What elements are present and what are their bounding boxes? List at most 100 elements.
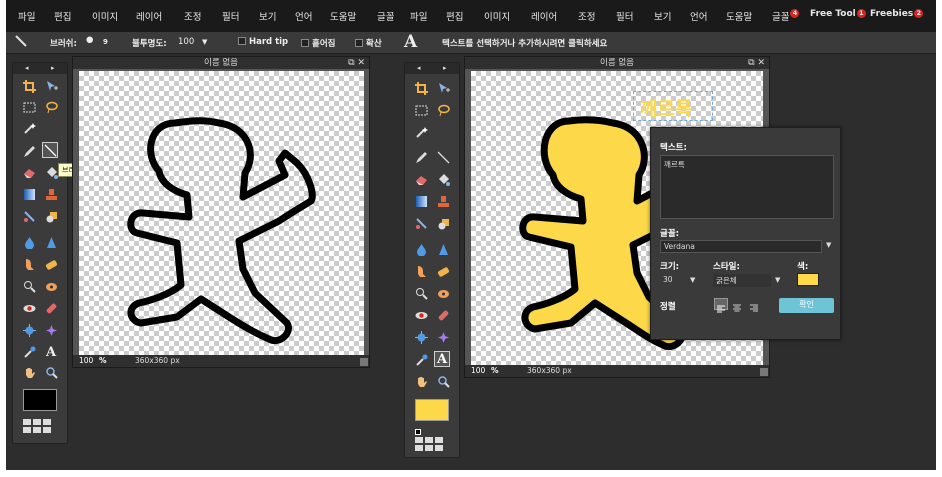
- burn-icon[interactable]: [435, 285, 451, 301]
- marquee-icon[interactable]: [21, 99, 37, 115]
- spot-heal-icon[interactable]: [435, 307, 451, 323]
- hand-icon[interactable]: [413, 373, 429, 389]
- mini-color-swatch[interactable]: [415, 429, 421, 435]
- style-select[interactable]: 굵은체: [713, 274, 771, 287]
- drawing-icon[interactable]: [43, 208, 59, 224]
- color-replace-icon[interactable]: [21, 208, 37, 224]
- menu-language-right[interactable]: 언어: [690, 9, 707, 23]
- gradient-icon[interactable]: [21, 186, 37, 202]
- menu-image-right[interactable]: 이미지: [484, 9, 510, 23]
- red-eye-icon[interactable]: [21, 300, 37, 316]
- clone-stamp-icon[interactable]: [43, 186, 59, 202]
- toolbox-collapse-icon-right[interactable]: ◂: [417, 64, 421, 72]
- pinch-icon[interactable]: [43, 322, 59, 338]
- resize-handle-left[interactable]: [360, 358, 368, 366]
- lasso-icon[interactable]: [43, 99, 59, 115]
- pinch-icon[interactable]: [435, 329, 451, 345]
- toolbox-expand-icon[interactable]: ▸: [51, 64, 55, 72]
- bloat-icon[interactable]: [413, 329, 429, 345]
- burn-icon[interactable]: [43, 278, 59, 294]
- canvas-left[interactable]: [79, 71, 364, 355]
- smudge-checkbox[interactable]: 흩어짐: [301, 37, 335, 49]
- brush-size[interactable]: 9: [103, 38, 108, 46]
- red-eye-icon[interactable]: [413, 307, 429, 323]
- close-icon[interactable]: ✕: [357, 58, 365, 68]
- menu-file-right[interactable]: 파일: [410, 9, 427, 23]
- restore-icon[interactable]: ⧉: [348, 58, 354, 68]
- menu-filter-left[interactable]: 필터: [222, 9, 239, 23]
- menu-freebies[interactable]: Freebies 2: [870, 9, 924, 19]
- menu-file-left[interactable]: 파일: [18, 9, 35, 23]
- sharpen-icon[interactable]: [43, 234, 59, 250]
- diffuse-checkbox[interactable]: 확산: [355, 37, 382, 49]
- smudge-icon[interactable]: [21, 256, 37, 272]
- menu-view-right[interactable]: 보기: [654, 9, 671, 23]
- bloat-icon[interactable]: [21, 322, 37, 338]
- brush-preview-icon[interactable]: ●: [86, 35, 93, 45]
- swatch-grid-icon[interactable]: [415, 437, 443, 451]
- blur-icon[interactable]: [413, 241, 429, 257]
- font-select[interactable]: Verdana: [660, 240, 822, 253]
- sponge-icon[interactable]: [435, 263, 451, 279]
- opacity-value[interactable]: 100: [178, 37, 194, 47]
- type-tool-icon[interactable]: A: [43, 344, 59, 360]
- align-right-icon[interactable]: [748, 298, 762, 312]
- move-icon[interactable]: [435, 80, 451, 96]
- magic-wand-icon[interactable]: [413, 124, 429, 140]
- zoom-value-right[interactable]: 100: [471, 365, 485, 377]
- drawing-icon[interactable]: [435, 215, 451, 231]
- font-dropdown-icon[interactable]: ▼: [826, 241, 831, 249]
- menu-language-left[interactable]: 언어: [295, 9, 312, 23]
- swatch-grid-icon[interactable]: [23, 419, 51, 433]
- menu-edit-left[interactable]: 편집: [54, 9, 71, 23]
- smudge-box[interactable]: [301, 39, 309, 47]
- size-dropdown-icon[interactable]: ▼: [690, 276, 695, 284]
- type-tool-button[interactable]: A: [434, 351, 450, 367]
- marquee-icon[interactable]: [413, 102, 429, 118]
- smudge-icon[interactable]: [413, 263, 429, 279]
- restore-icon[interactable]: ⧉: [748, 58, 754, 68]
- menu-adjust-right[interactable]: 조정: [578, 9, 595, 23]
- menu-layer-left[interactable]: 레이어: [136, 9, 162, 23]
- menu-adjust-left[interactable]: 조정: [184, 9, 201, 23]
- brush-icon[interactable]: [435, 149, 451, 165]
- zoom-value-left[interactable]: 100: [79, 355, 93, 367]
- foreground-color-swatch-yellow[interactable]: [415, 399, 449, 421]
- text-input[interactable]: 깨르륵: [660, 155, 834, 219]
- hard-tip-checkbox[interactable]: Hard tip: [238, 37, 288, 47]
- menu-edit-right[interactable]: 편집: [446, 9, 463, 23]
- magic-wand-icon[interactable]: [21, 120, 37, 136]
- text-color-swatch[interactable]: [797, 273, 819, 286]
- text-layer-content[interactable]: 깨르륵: [640, 94, 692, 121]
- eraser-icon[interactable]: [413, 171, 429, 187]
- text-bounding-box[interactable]: 깨르륵: [633, 91, 713, 121]
- move-icon[interactable]: [43, 78, 59, 94]
- menu-image-left[interactable]: 이미지: [92, 9, 118, 23]
- eraser-icon[interactable]: [21, 164, 37, 180]
- hard-tip-box[interactable]: [238, 37, 246, 45]
- dodge-icon[interactable]: [413, 285, 429, 301]
- menu-free-tool[interactable]: Free Tool 1: [810, 9, 866, 19]
- opacity-dropdown-icon[interactable]: ▼: [202, 38, 207, 46]
- menu-view-left[interactable]: 보기: [259, 9, 276, 23]
- lasso-icon[interactable]: [435, 102, 451, 118]
- menu-help-right[interactable]: 도움말: [726, 9, 752, 23]
- spot-heal-icon[interactable]: [43, 300, 59, 316]
- zoom-icon[interactable]: [43, 364, 59, 380]
- ok-button[interactable]: 확인: [779, 298, 834, 313]
- menu-fonts-left[interactable]: 글꼴: [377, 9, 394, 23]
- color-replace-icon[interactable]: [413, 215, 429, 231]
- resize-handle-right[interactable]: [760, 368, 768, 376]
- brush-tool-button[interactable]: [42, 142, 58, 158]
- hand-icon[interactable]: [21, 364, 37, 380]
- menu-help-left[interactable]: 도움말: [330, 9, 356, 23]
- toolbox-collapse-icon[interactable]: ◂: [25, 64, 29, 72]
- color-picker-icon[interactable]: [413, 352, 429, 368]
- clone-stamp-icon[interactable]: [435, 193, 451, 209]
- pencil-icon[interactable]: [413, 149, 429, 165]
- menu-filter-right[interactable]: 필터: [616, 9, 633, 23]
- paint-bucket-icon[interactable]: [435, 171, 451, 187]
- crop-icon[interactable]: [21, 78, 37, 94]
- crop-icon[interactable]: [413, 80, 429, 96]
- zoom-icon[interactable]: [435, 373, 451, 389]
